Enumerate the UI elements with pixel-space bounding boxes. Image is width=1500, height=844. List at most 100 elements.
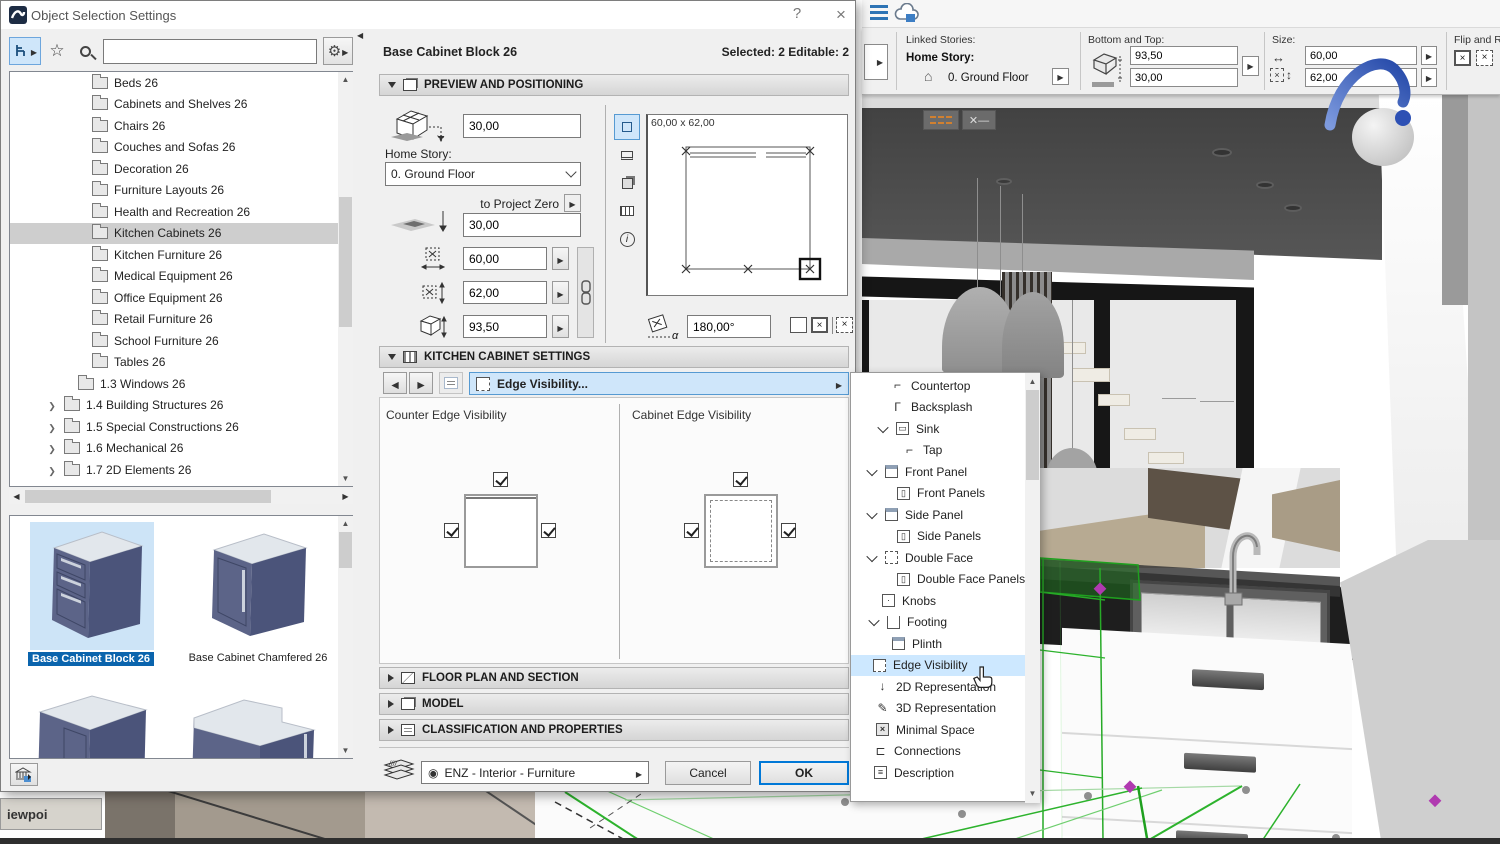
- tree-item[interactable]: Chairs 26: [10, 115, 352, 137]
- menu-scroll-down[interactable]: [1025, 786, 1040, 801]
- chevron-down-icon[interactable]: [877, 422, 888, 433]
- library-manager-button[interactable]: [10, 763, 38, 786]
- tree-scroll-up[interactable]: [338, 72, 353, 87]
- dialog-titlebar[interactable]: Object Selection Settings ? ×: [1, 1, 855, 29]
- menu-item[interactable]: ⊏ Connections: [851, 741, 1025, 763]
- tree-item[interactable]: 1.4 Building Structures 26: [10, 395, 352, 417]
- tree-item[interactable]: Tables 26: [10, 352, 352, 374]
- section-classification[interactable]: CLASSIFICATION AND PROPERTIES: [379, 719, 849, 741]
- menu-item[interactable]: ≡ Description: [851, 762, 1025, 784]
- menu-item[interactable]: Edge Visibility: [851, 655, 1025, 677]
- size-d-menu-button[interactable]: [1421, 68, 1437, 87]
- settings-menu-button[interactable]: [323, 37, 353, 65]
- depth-input[interactable]: [463, 281, 547, 304]
- menu-item[interactable]: ▯ Double Face Panels: [851, 569, 1025, 591]
- thumbnail-label-second[interactable]: Base Cabinet Chamfered 26: [188, 652, 328, 664]
- thumbnail-label-selected[interactable]: Base Cabinet Block 26: [28, 652, 154, 666]
- tree-item[interactable]: 1.5 Special Constructions 26: [10, 416, 352, 438]
- tree-hscrollbar-thumb[interactable]: [25, 490, 271, 503]
- cabinet-top-checkbox[interactable]: [733, 472, 748, 487]
- menu-item[interactable]: Side Panel: [851, 504, 1025, 526]
- section-model[interactable]: MODEL: [379, 693, 849, 715]
- thumbs-scroll-down[interactable]: [338, 743, 353, 758]
- size-w-menu-button[interactable]: [1421, 46, 1437, 65]
- height-input[interactable]: [463, 315, 547, 338]
- prev-page-button[interactable]: [383, 372, 407, 394]
- preview-mode-section[interactable]: [614, 198, 640, 224]
- width-input[interactable]: [463, 247, 547, 270]
- to-project-zero-menu[interactable]: [564, 194, 581, 212]
- tree-scrollbar-thumb[interactable]: [339, 197, 352, 327]
- menu-scroll-up[interactable]: [1025, 374, 1040, 389]
- expander-icon[interactable]: [46, 420, 58, 434]
- bottom-elevation-input[interactable]: [463, 213, 581, 237]
- preview-mode-plan[interactable]: [614, 114, 640, 140]
- menu-item[interactable]: Footing: [851, 612, 1025, 634]
- next-page-button[interactable]: [409, 372, 433, 394]
- layer-dropdown[interactable]: ◉ ENZ - Interior - Furniture: [421, 761, 649, 784]
- subtype-filter-button[interactable]: [9, 37, 41, 65]
- preview-mode-front[interactable]: [614, 142, 640, 168]
- tree-item[interactable]: School Furniture 26: [10, 330, 352, 352]
- expander-icon[interactable]: [46, 398, 58, 412]
- tree-scroll-left[interactable]: [9, 489, 24, 504]
- section-floor-plan[interactable]: FLOOR PLAN AND SECTION: [379, 667, 849, 689]
- scissors-tool-button[interactable]: ✕—: [962, 110, 996, 130]
- search-input[interactable]: [103, 39, 317, 64]
- tree-item[interactable]: Couches and Sofas 26: [10, 137, 352, 159]
- chevron-down-icon[interactable]: [866, 551, 877, 562]
- menu-item[interactable]: Plinth: [851, 633, 1025, 655]
- expander-icon[interactable]: [46, 463, 58, 477]
- preview-mode-info[interactable]: i: [614, 226, 640, 252]
- help-button[interactable]: ?: [785, 5, 809, 25]
- chevron-down-icon[interactable]: [866, 508, 877, 519]
- counter-right-checkbox[interactable]: [541, 523, 556, 538]
- cloud-icon[interactable]: [894, 3, 920, 25]
- ok-button[interactable]: OK: [759, 761, 849, 785]
- chevron-down-icon[interactable]: [868, 615, 879, 626]
- width-menu-button[interactable]: [552, 247, 569, 270]
- viewpoint-panel[interactable]: iewpoi: [0, 798, 102, 830]
- mirror-off-button[interactable]: [790, 317, 807, 333]
- menu-item[interactable]: ▯ Front Panels: [851, 483, 1025, 505]
- thumbnail-base-cabinet-block[interactable]: [30, 522, 154, 650]
- tree-item[interactable]: 1.7 2D Elements 26: [10, 459, 352, 481]
- menu-item[interactable]: Γ Backsplash: [851, 397, 1025, 419]
- home-story-menu-button[interactable]: [1052, 68, 1069, 85]
- menu-scrollbar-thumb[interactable]: [1026, 390, 1039, 480]
- preview-pane[interactable]: 60,00 x 62,00: [646, 114, 848, 296]
- depth-menu-button[interactable]: [552, 281, 569, 304]
- menu-item[interactable]: ⌐ Countertop: [851, 375, 1025, 397]
- infobox-overflow-button[interactable]: [864, 44, 888, 80]
- settings-page-dropdown[interactable]: Edge Visibility...: [469, 372, 849, 395]
- tree-item[interactable]: Decoration 26: [10, 158, 352, 180]
- top-elevation-input[interactable]: [463, 114, 581, 138]
- tree-scroll-down[interactable]: [338, 471, 353, 486]
- menu-item[interactable]: ✎ 3D Representation: [851, 698, 1025, 720]
- thumbnail-corner-cabinet[interactable]: [30, 688, 154, 758]
- cabinet-right-checkbox[interactable]: [781, 523, 796, 538]
- mirror-on-button[interactable]: ×: [811, 317, 828, 333]
- marquee-tool-button[interactable]: [923, 110, 959, 130]
- mirror-button[interactable]: ×: [1454, 50, 1471, 66]
- counter-top-checkbox[interactable]: [493, 472, 508, 487]
- collapse-panel-arrow[interactable]: [357, 27, 363, 41]
- search-icon[interactable]: [73, 37, 97, 65]
- list-icon[interactable]: [870, 5, 888, 21]
- tree-item[interactable]: Cabinets and Shelves 26: [10, 94, 352, 116]
- tree-item[interactable]: 1.3 Windows 26: [10, 373, 352, 395]
- rotation-input[interactable]: [687, 315, 771, 338]
- thumbnail-base-cabinet-chamfered[interactable]: [186, 522, 326, 650]
- size-width-field[interactable]: [1305, 46, 1417, 65]
- tree-item[interactable]: Medical Equipment 26: [10, 266, 352, 288]
- home-story-select[interactable]: 0. Ground Floor: [385, 162, 581, 186]
- tree-item[interactable]: Furniture Layouts 26: [10, 180, 352, 202]
- preview-mode-3d[interactable]: [614, 170, 640, 196]
- menu-item[interactable]: Front Panel: [851, 461, 1025, 483]
- favorites-button[interactable]: [45, 37, 69, 65]
- bottom-top-menu-button[interactable]: [1242, 56, 1259, 76]
- tree-scroll-right[interactable]: [338, 489, 353, 504]
- tree-item[interactable]: Kitchen Furniture 26: [10, 244, 352, 266]
- close-button[interactable]: ×: [829, 5, 853, 25]
- size-depth-field[interactable]: [1305, 68, 1417, 87]
